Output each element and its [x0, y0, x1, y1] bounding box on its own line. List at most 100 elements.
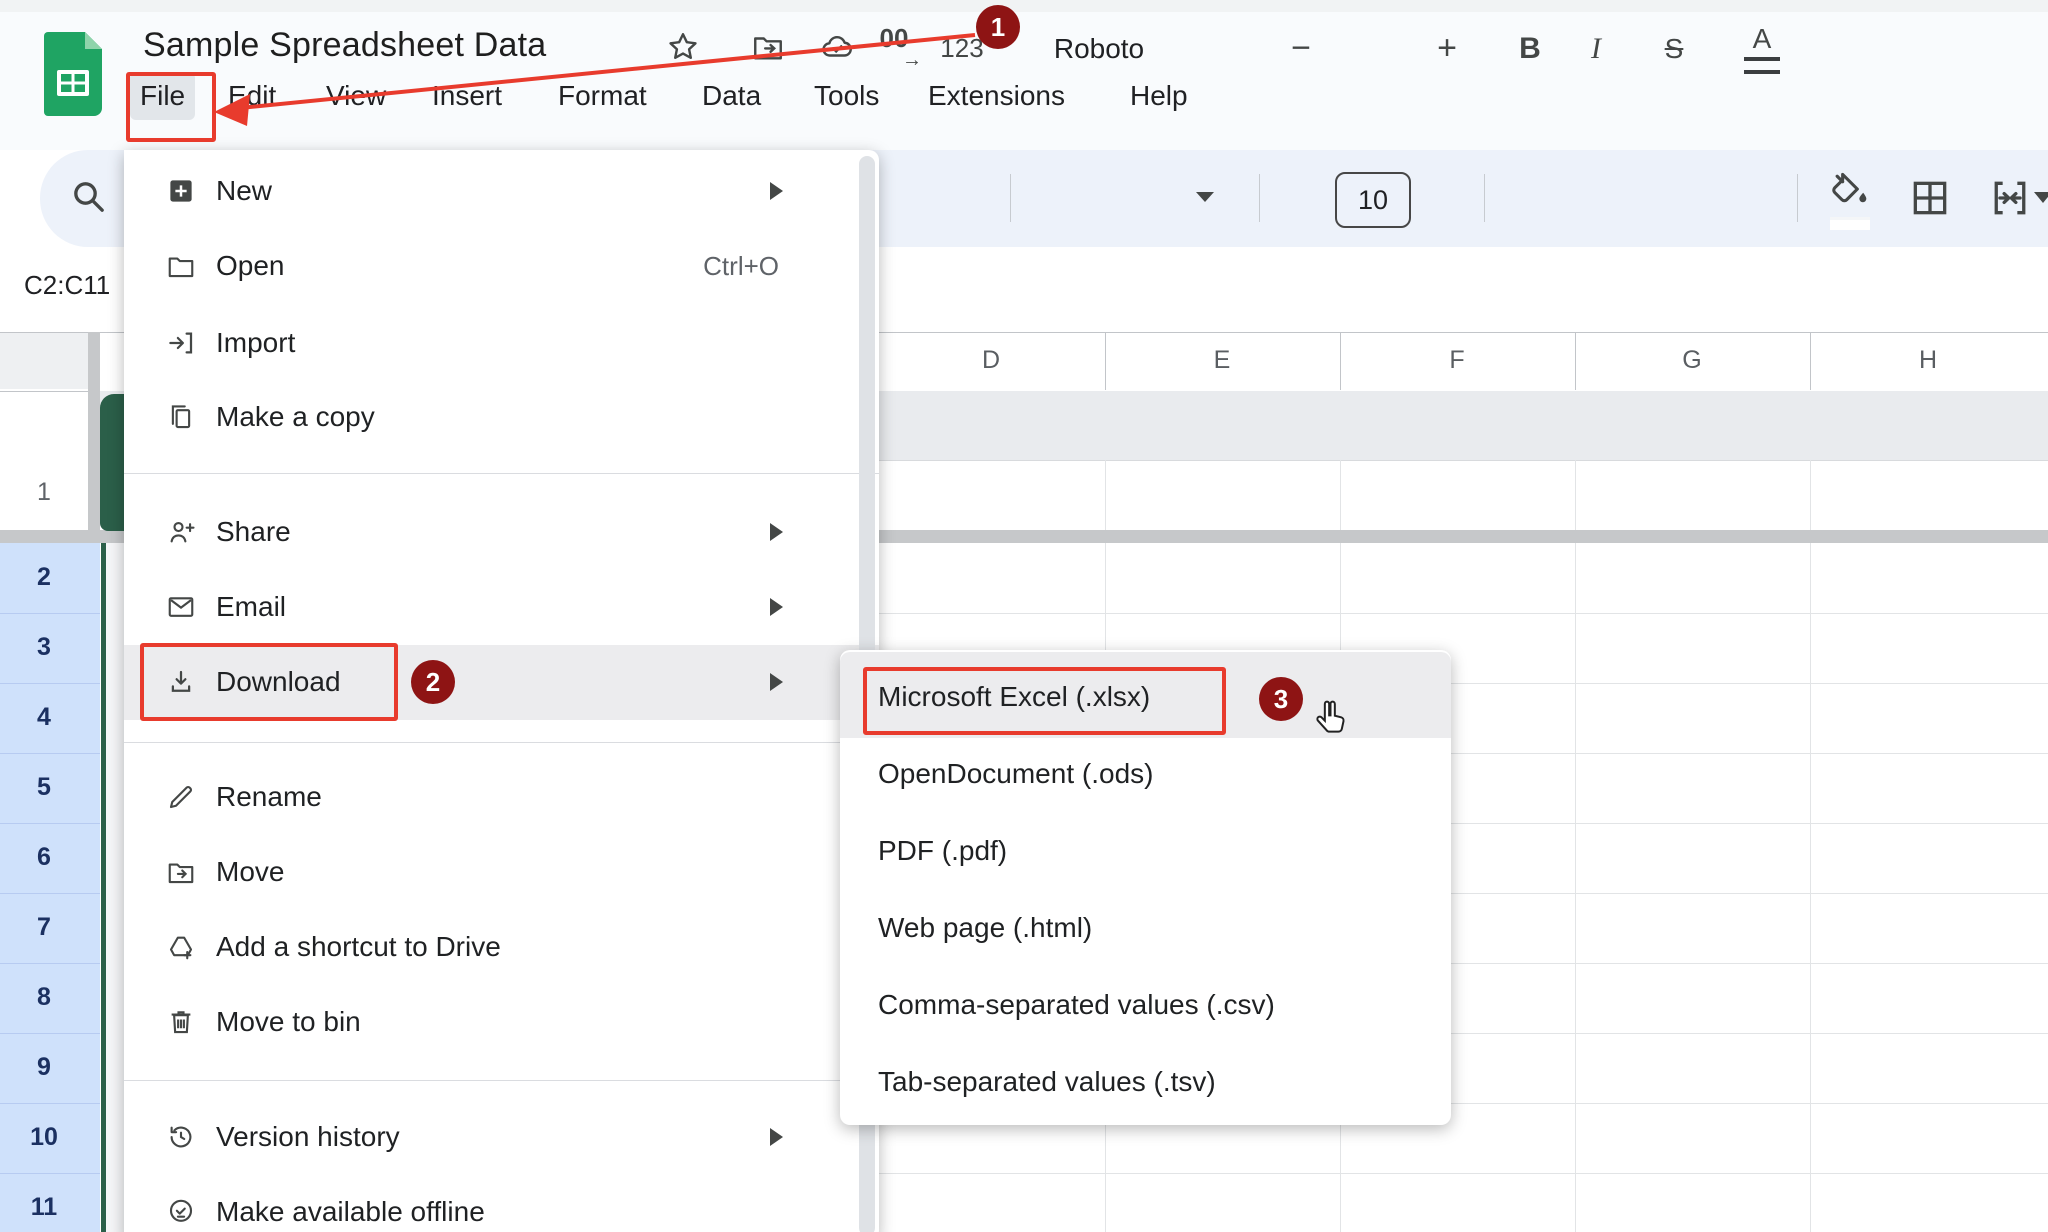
rename-pencil-icon	[166, 782, 196, 812]
font-size-value[interactable]: 10	[1335, 172, 1411, 228]
copy-icon	[166, 402, 196, 432]
strikethrough-button[interactable]: S	[1650, 0, 1698, 97]
text-color-swatch	[1744, 57, 1780, 74]
row-border	[0, 613, 100, 614]
frozen-column-divider[interactable]	[88, 332, 100, 530]
row-header-8[interactable]: 8	[0, 983, 88, 1012]
column-header-h[interactable]: H	[1919, 346, 1937, 375]
fill-color-button[interactable]	[1828, 168, 1872, 230]
row-border	[0, 893, 100, 894]
hand-cursor	[1312, 698, 1352, 742]
new-icon	[166, 176, 196, 206]
menu-item-email[interactable]: Email	[124, 577, 879, 637]
search-icon[interactable]	[68, 176, 108, 216]
column-header-g[interactable]: G	[1682, 346, 1701, 375]
row-border	[0, 823, 100, 824]
grid-corner-cell[interactable]	[0, 333, 88, 389]
decrease-font-size-button[interactable]: −	[1278, 0, 1324, 97]
menu-item-move-to-bin[interactable]: Move to bin	[124, 992, 879, 1052]
menu-item-move[interactable]: Move	[124, 842, 879, 902]
menu-item-make-a-copy[interactable]: Make a copy	[124, 387, 879, 447]
row-border	[0, 1103, 100, 1104]
grid-line	[1810, 543, 1811, 1232]
menu-item-add-shortcut-to-drive[interactable]: Add a shortcut to Drive	[124, 917, 879, 977]
merge-cells-icon[interactable]	[1988, 176, 2032, 220]
google-sheets-window: Sample Spreadsheet Data File Edit View I…	[0, 0, 2048, 1232]
decrease-decimal-button[interactable]: 00 →	[866, 0, 922, 97]
grid-line	[1340, 460, 1341, 530]
submenu-item-label: OpenDocument (.ods)	[878, 758, 1153, 790]
menu-item-label: Make available offline	[216, 1196, 485, 1228]
column-border	[1575, 332, 1576, 390]
menu-format[interactable]: Format	[548, 72, 657, 120]
increase-font-size-button[interactable]: +	[1424, 0, 1470, 97]
submenu-item-label: Comma-separated values (.csv)	[878, 989, 1275, 1021]
row-header-5[interactable]: 5	[0, 773, 88, 802]
row-header-7[interactable]: 7	[0, 913, 88, 942]
row-header-9[interactable]: 9	[0, 1053, 88, 1082]
text-color-label: A	[1753, 23, 1772, 55]
borders-icon[interactable]	[1908, 176, 1952, 220]
row-header-11[interactable]: 11	[0, 1193, 88, 1222]
menu-item-version-history[interactable]: Version history	[124, 1107, 879, 1167]
submenu-item-html[interactable]: Web page (.html)	[840, 898, 1451, 958]
move-folder-icon	[166, 857, 196, 887]
submenu-item-csv[interactable]: Comma-separated values (.csv)	[840, 975, 1451, 1035]
cloud-saved-icon[interactable]	[820, 30, 854, 64]
column-border	[1810, 332, 1811, 390]
menu-item-label: Open	[216, 250, 285, 282]
import-icon	[166, 328, 196, 358]
submenu-item-tsv[interactable]: Tab-separated values (.tsv)	[840, 1052, 1451, 1112]
submenu-item-label: Tab-separated values (.tsv)	[878, 1066, 1216, 1098]
move-to-folder-icon[interactable]	[751, 30, 785, 64]
bold-button[interactable]: B	[1506, 0, 1554, 97]
row-header-6[interactable]: 6	[0, 843, 88, 872]
italic-button[interactable]: I	[1572, 0, 1620, 97]
row-border	[0, 963, 100, 964]
row-header-10[interactable]: 10	[0, 1123, 88, 1152]
offline-check-icon	[166, 1197, 196, 1227]
row-header-2[interactable]: 2	[0, 563, 88, 592]
menu-item-open[interactable]: Open Ctrl+O	[124, 236, 879, 296]
menu-item-rename[interactable]: Rename	[124, 767, 879, 827]
row-header-3[interactable]: 3	[0, 633, 88, 662]
menu-item-import[interactable]: Import	[124, 313, 879, 373]
row-header-1[interactable]: 1	[0, 478, 88, 507]
menu-data[interactable]: Data	[692, 72, 771, 120]
menu-item-label: Share	[216, 516, 291, 548]
row-border	[0, 753, 100, 754]
name-box[interactable]: C2:C11	[24, 270, 110, 301]
font-size-field[interactable]: 10	[1335, 172, 1411, 228]
menu-item-make-available-offline[interactable]: Make available offline	[124, 1182, 879, 1232]
submenu-item-ods[interactable]: OpenDocument (.ods)	[840, 744, 1451, 804]
drive-add-shortcut-icon	[166, 932, 196, 962]
menu-item-label: Make a copy	[216, 401, 375, 433]
annotation-box-xlsx	[863, 667, 1226, 735]
menu-item-label: Version history	[216, 1121, 400, 1153]
menu-insert[interactable]: Insert	[422, 72, 512, 120]
menu-item-label: Email	[216, 591, 286, 623]
menu-view[interactable]: View	[316, 72, 396, 120]
column-border	[1105, 332, 1106, 390]
column-header-e[interactable]: E	[1214, 346, 1231, 375]
menu-item-label: Import	[216, 327, 295, 359]
grid-line	[1810, 460, 1811, 530]
column-header-f[interactable]: F	[1449, 346, 1464, 375]
fill-color-swatch	[1830, 217, 1870, 230]
column-header-d[interactable]: D	[982, 346, 1000, 375]
row-border	[0, 683, 100, 684]
submenu-arrow-icon	[770, 182, 783, 200]
menu-edit[interactable]: Edit	[218, 72, 286, 120]
menu-item-label: Move to bin	[216, 1006, 361, 1038]
text-color-button[interactable]: A	[1738, 0, 1786, 97]
menu-item-share[interactable]: Share	[124, 502, 879, 562]
submenu-item-pdf[interactable]: PDF (.pdf)	[840, 821, 1451, 881]
document-title[interactable]: Sample Spreadsheet Data	[143, 26, 546, 65]
row-header-4[interactable]: 4	[0, 703, 88, 732]
menu-item-new[interactable]: New	[124, 161, 879, 221]
share-person-add-icon	[166, 517, 196, 547]
toolbar-overflow-caret-icon[interactable]	[2034, 192, 2048, 203]
font-family-caret-icon[interactable]	[1196, 192, 1214, 202]
star-icon[interactable]	[666, 30, 700, 64]
font-family-select[interactable]: Roboto	[1034, 0, 1164, 97]
